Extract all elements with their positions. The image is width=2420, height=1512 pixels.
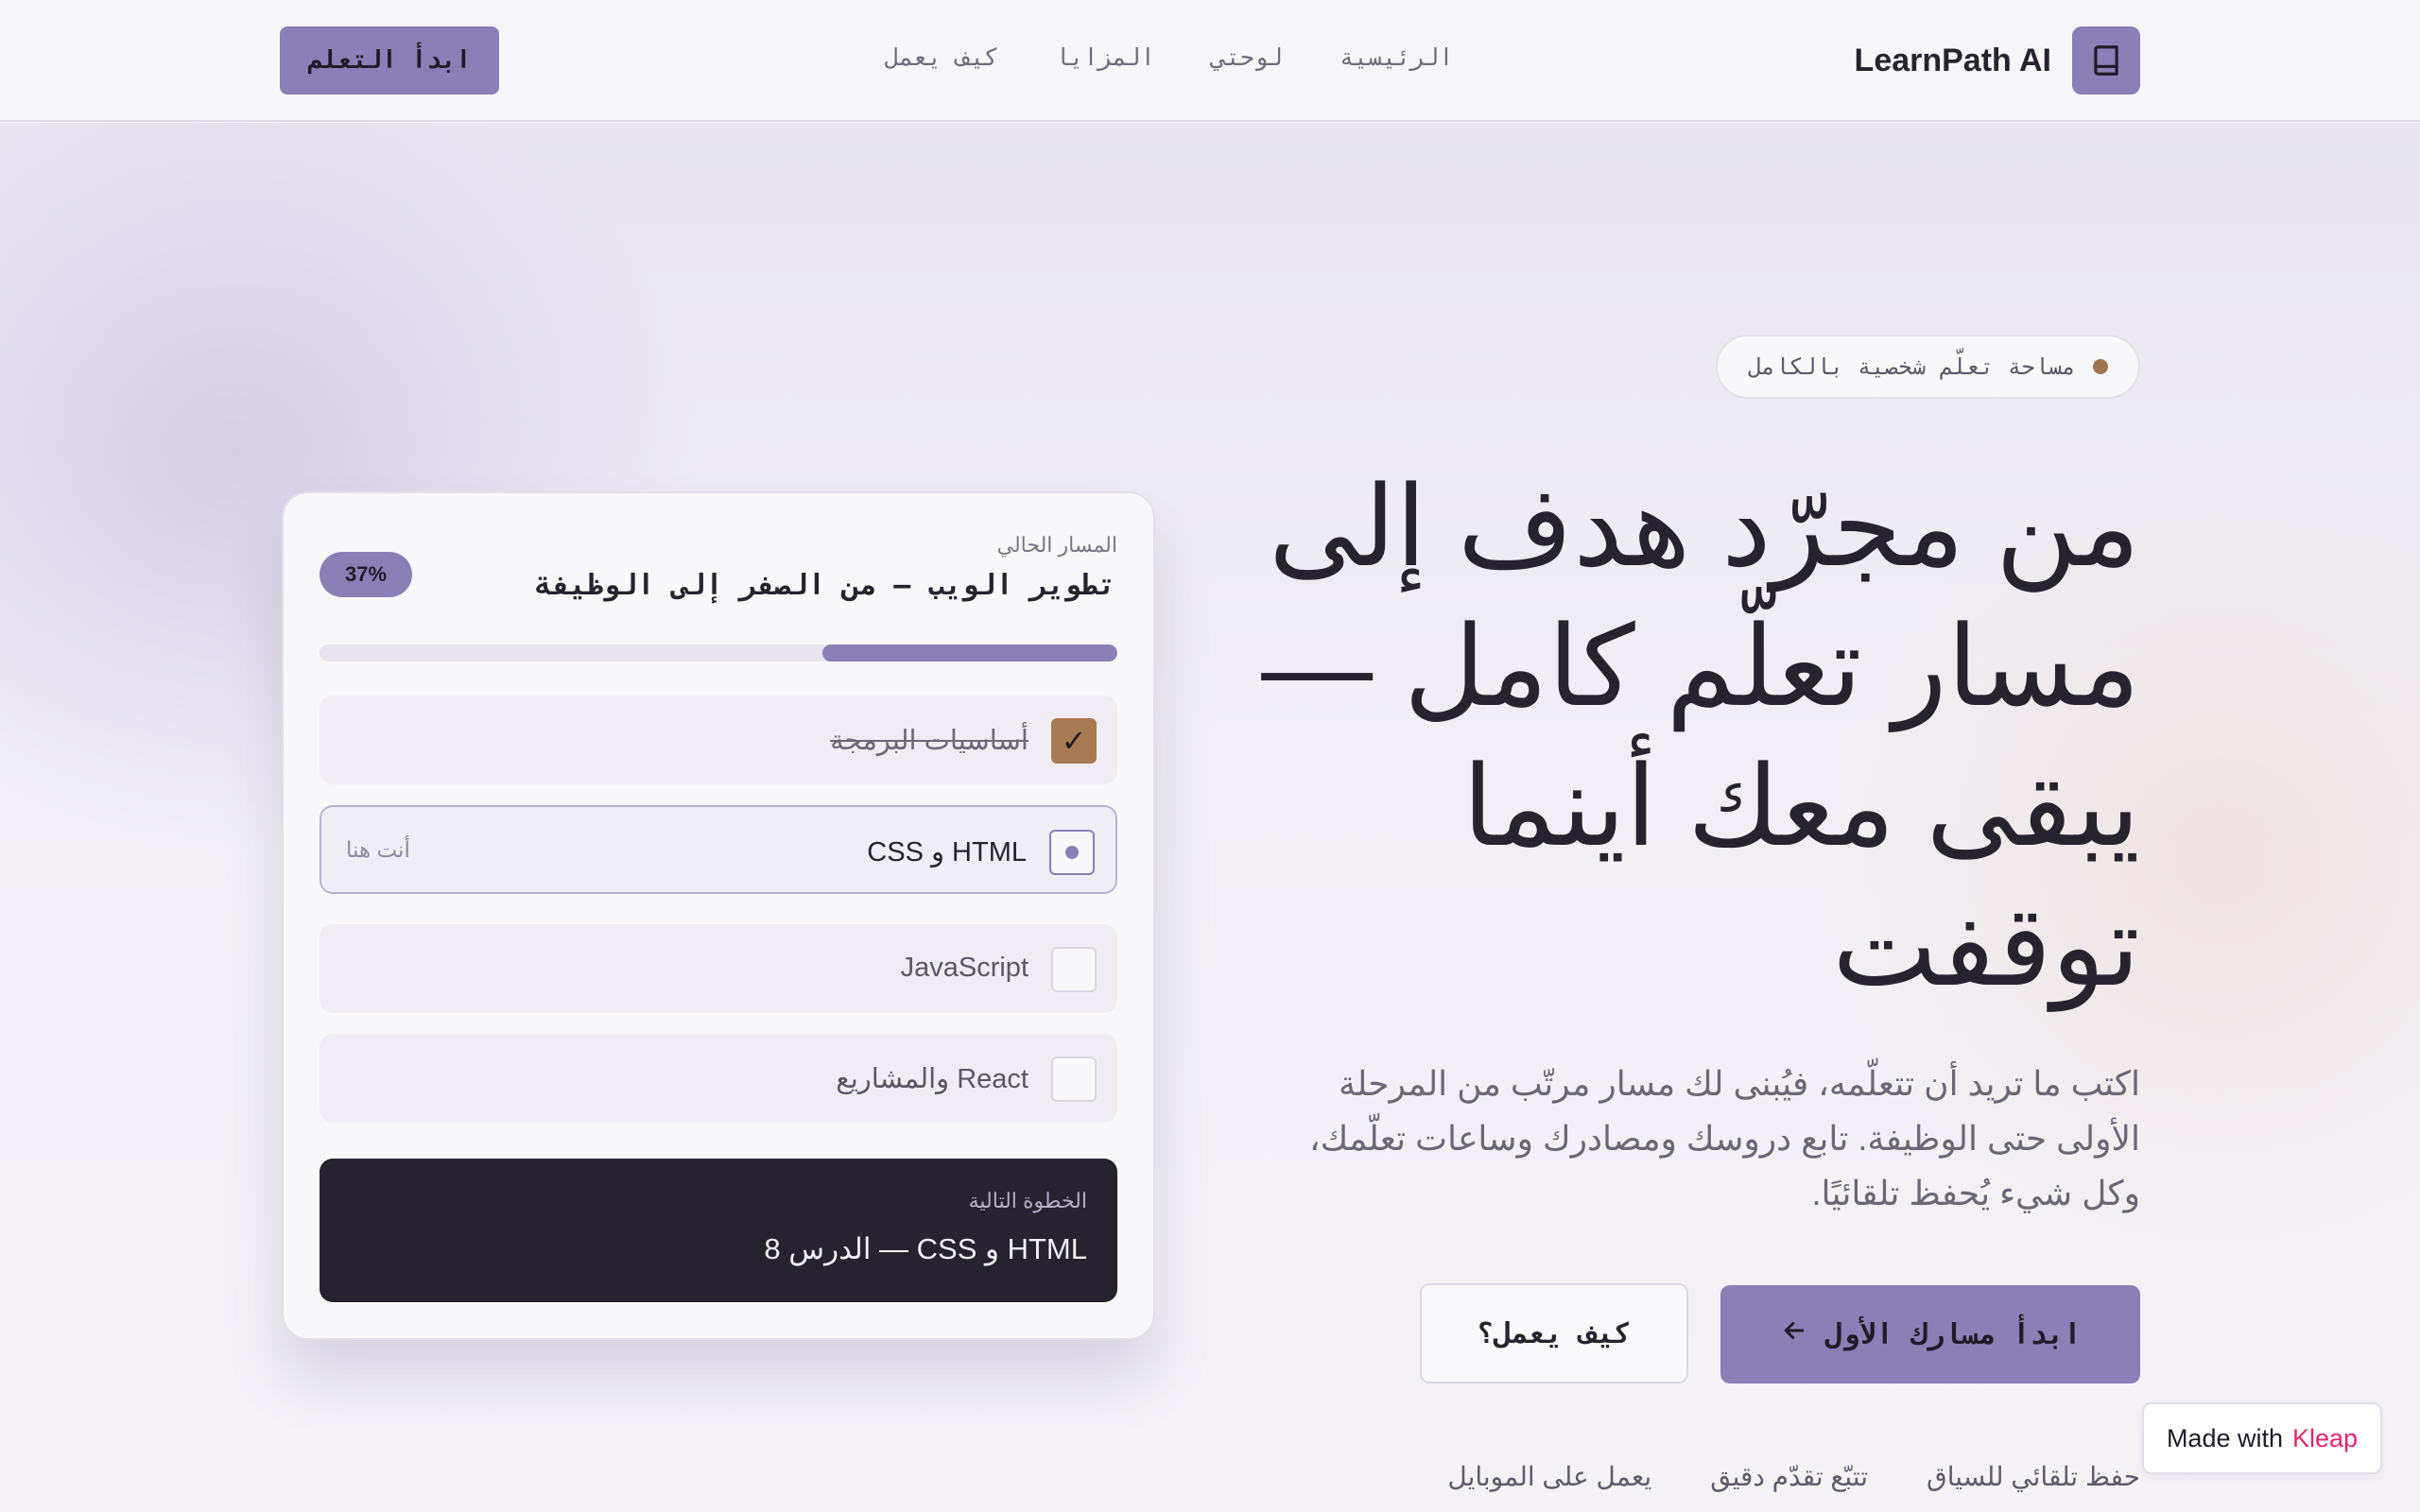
step-item-done[interactable]: ✓ أساسيات البرمجة [320,696,1117,784]
made-with-text: Made with [2166,1423,2283,1452]
empty-checkbox-icon [1051,947,1097,992]
main-nav: الرئيسية لوحتي المزايا كيف يعمل [885,43,1453,71]
step-label: React والمشاريع [836,1064,1028,1094]
dot-icon [2093,359,2108,374]
start-first-path-button[interactable]: ابدأ مسارك الأول [1720,1285,2140,1383]
made-with-badge[interactable]: Made with Kleap [2142,1402,2382,1474]
next-step-label: الخطوة التالية [968,1189,1087,1212]
step-label: أساسيات البرمجة [830,726,1028,756]
step-item-todo[interactable]: React والمشاريع [320,1034,1117,1123]
book-icon [2072,26,2140,94]
kleap-brand: Kleap [2292,1423,2359,1452]
feature-item: تتبّع تقدّم دقيق [1710,1462,1869,1491]
progress-bar-fill [821,644,1117,662]
step-item-todo[interactable]: JavaScript [320,924,1117,1013]
top-navbar: LearnPath AI الرئيسية لوحتي المزايا كيف … [0,0,2420,122]
step-label: HTML و CSS [867,837,1027,868]
start-first-path-label: ابدأ مسارك الأول [1824,1317,2082,1351]
feature-list: حفظ تلقائي للسياق تتبّع تقدّم دقيق يعمل … [1447,1461,2140,1492]
brand-name: LearnPath AI [1854,42,2051,78]
current-step-icon [1049,830,1095,875]
empty-checkbox-icon [1051,1057,1097,1102]
card-title: تطوير الويب — من الصفر إلى الوظيفة [534,569,1115,602]
current-path-card: المسار الحالي تطوير الويب — من الصفر إلى… [282,491,1155,1340]
nav-features[interactable]: المزايا [1055,43,1154,71]
nav-dashboard[interactable]: لوحتي [1212,43,1283,71]
you-are-here-note: أنت هنا [346,837,410,862]
nav-how-it-works[interactable]: كيف يعمل [885,43,998,71]
start-learning-button[interactable]: ابدأ التعلم [280,26,499,94]
progress-bar [320,644,1117,662]
card-label: المسار الحالي [996,533,1117,557]
next-step-panel[interactable]: الخطوة التالية HTML و CSS — الدرس 8 [320,1159,1117,1302]
tagline-pill: مساحة تعلّم شخصية بالكامل [1716,335,2140,399]
tagline-text: مساحة تعلّم شخصية بالكامل [1748,353,2076,380]
step-item-current[interactable]: HTML و CSS أنت هنا [320,805,1117,894]
feature-item: حفظ تلقائي للسياق [1927,1462,2140,1491]
step-label: JavaScript [900,953,1028,983]
next-step-text: HTML و CSS — الدرس 8 [764,1232,1087,1265]
progress-percent-badge: 37% [320,552,412,597]
hero-title: من مجرّد هدف إلى مسار تعلّم كامل — يبقى … [1261,465,2140,1009]
checkmark-icon: ✓ [1051,718,1097,764]
brand[interactable]: LearnPath AI [1855,26,2140,94]
feature-item: يعمل على الموبايل [1447,1462,1652,1491]
hero-description: اكتب ما تريد أن تتعلّمه، فيُبنى لك مسار … [1309,1064,2140,1212]
how-it-works-button[interactable]: كيف يعمل؟ [1420,1283,1688,1383]
arrow-left-icon [1780,1316,1808,1352]
nav-home[interactable]: الرئيسية [1340,43,1453,71]
